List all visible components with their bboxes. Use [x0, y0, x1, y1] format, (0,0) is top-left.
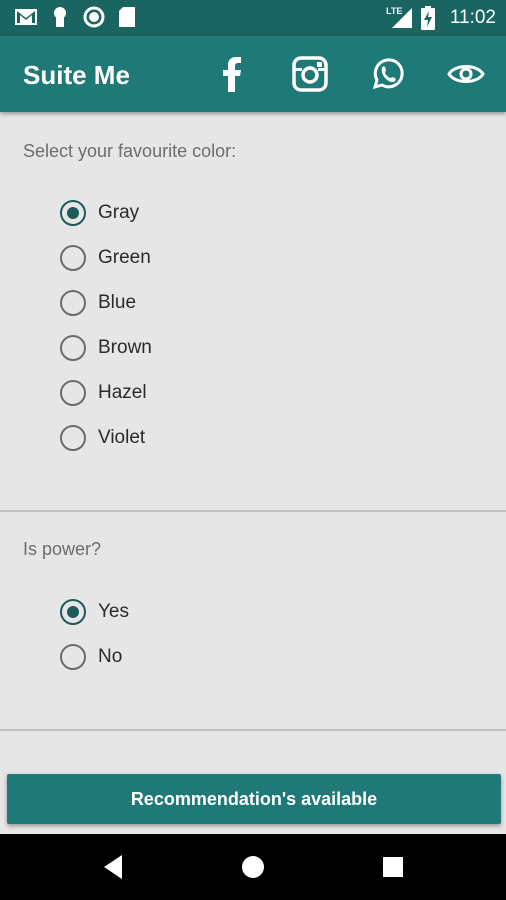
radio-label: Brown	[98, 337, 152, 358]
clock: 11:02	[449, 7, 496, 28]
radio-button[interactable]	[60, 380, 86, 406]
view-button[interactable]	[446, 54, 486, 94]
app-title: Suite Me	[23, 60, 130, 90]
radio-button-checked[interactable]	[60, 200, 86, 226]
section-divider	[0, 729, 506, 731]
radio-label: Blue	[98, 292, 137, 313]
radio-label: Green	[98, 247, 151, 268]
section-divider	[0, 510, 506, 512]
radio-label: Violet	[98, 427, 146, 448]
radio-button[interactable]	[60, 425, 86, 451]
whatsapp-icon	[372, 58, 404, 90]
color-question-label: Select your favourite color:	[23, 141, 237, 161]
sync-icon	[83, 6, 105, 28]
instagram-icon	[292, 56, 328, 92]
recommendation-button[interactable]: Recommendation's available	[7, 774, 501, 824]
home-icon[interactable]	[239, 853, 267, 881]
battery-charging-icon	[421, 6, 435, 30]
radio-label: No	[98, 646, 123, 667]
radio-button[interactable]	[60, 644, 86, 670]
radio-label: Yes	[98, 601, 129, 622]
radio-option-blue[interactable]: Blue	[60, 287, 136, 319]
gmail-icon	[15, 9, 37, 25]
radio-button[interactable]	[60, 335, 86, 361]
status-bar: LTE 11:02	[0, 0, 506, 36]
back-icon[interactable]	[100, 853, 128, 881]
radio-option-green[interactable]: Green	[60, 242, 151, 274]
eye-icon	[447, 65, 485, 83]
radio-label: Hazel	[98, 382, 147, 403]
facebook-icon	[223, 57, 241, 92]
instagram-button[interactable]	[290, 54, 330, 94]
sdcard-icon	[119, 7, 135, 27]
radio-button-checked[interactable]	[60, 599, 86, 625]
facebook-button[interactable]	[212, 54, 252, 94]
radio-option-violet[interactable]: Violet	[60, 422, 145, 454]
radio-button[interactable]	[60, 290, 86, 316]
radio-label: Gray	[98, 202, 140, 223]
radio-option-no[interactable]: No	[60, 641, 122, 673]
lte-signal-icon	[392, 8, 412, 28]
power-question-label: Is power?	[23, 539, 102, 559]
radio-option-hazel[interactable]: Hazel	[60, 377, 147, 409]
keyhole-icon	[54, 7, 66, 27]
app-bar: Suite Me	[0, 36, 506, 112]
radio-option-brown[interactable]: Brown	[60, 332, 152, 364]
whatsapp-button[interactable]	[368, 54, 408, 94]
radio-button[interactable]	[60, 245, 86, 271]
radio-option-gray[interactable]: Gray	[60, 197, 139, 229]
recents-icon[interactable]	[379, 853, 407, 881]
radio-option-yes[interactable]: Yes	[60, 596, 129, 628]
recommendation-button-label: Recommendation's available	[130, 788, 378, 809]
navigation-bar	[0, 834, 506, 900]
